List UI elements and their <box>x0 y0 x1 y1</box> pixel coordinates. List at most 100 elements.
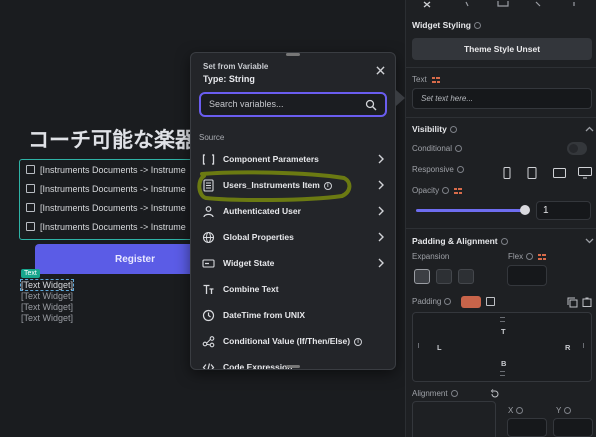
annotation-highlight-ring <box>197 170 352 202</box>
padding-uniform-toggle[interactable] <box>461 296 481 308</box>
padding-label-text: Padding <box>412 297 442 306</box>
popup-subtitle: Set from Variable <box>203 62 269 71</box>
alignment-x-input[interactable] <box>507 418 547 437</box>
resize-handle-bottom[interactable] <box>286 365 300 368</box>
paste-icon[interactable] <box>582 297 592 307</box>
source-item-widget-state[interactable]: Widget State <box>191 251 395 275</box>
checklist-widget[interactable]: [Instruments Documents -> Instrume [Inst… <box>19 159 219 240</box>
selected-widget-tag: Text <box>21 269 40 278</box>
source-item-label: Code Expression <box>223 362 293 370</box>
padding-right-handle[interactable] <box>583 343 584 348</box>
alignment-label-text: Alignment <box>412 389 448 398</box>
chevron-up-icon[interactable] <box>585 126 594 132</box>
info-icon[interactable] <box>473 22 481 30</box>
checklist-item[interactable]: [Instruments Documents -> Instrume <box>20 198 218 217</box>
opacity-slider-thumb[interactable] <box>520 205 530 215</box>
bracket-icon <box>202 153 215 165</box>
padding-alignment-label: Padding & Alignment <box>412 236 498 246</box>
responsive-label: Responsive <box>412 165 464 174</box>
widget-styling-heading: Widget Styling <box>412 20 481 30</box>
checkbox[interactable] <box>26 165 35 174</box>
padding-editor[interactable]: T L R B <box>412 312 592 382</box>
alignment-y-input[interactable] <box>553 418 593 437</box>
source-item-authenticated-user[interactable]: Authenticated User <box>191 199 395 223</box>
page-title[interactable]: コーチ可能な楽器選 <box>28 124 217 154</box>
checklist-item[interactable]: [Instruments Documents -> Instrume <box>20 217 218 236</box>
info-icon[interactable]: i <box>354 337 363 346</box>
text-widget[interactable]: [Text Widget] <box>21 302 73 312</box>
variable-binding-icon[interactable] <box>538 253 547 260</box>
desktop-icon[interactable] <box>578 167 592 179</box>
search-input[interactable] <box>209 99 359 109</box>
source-item-conditional-value[interactable]: Conditional Value (If/Then/Else) i <box>191 329 395 353</box>
theme-style-button[interactable]: Theme Style Unset <box>412 38 592 60</box>
source-item-combine-text[interactable]: Combine Text <box>191 277 395 301</box>
clock-icon <box>202 309 215 321</box>
variable-binding-icon[interactable] <box>454 187 463 194</box>
search-icon[interactable] <box>365 99 377 111</box>
text-widget[interactable]: [Text Widget] <box>21 291 73 301</box>
alignment-grid[interactable] <box>412 401 496 437</box>
padding-top-handle[interactable] <box>500 317 505 318</box>
padding-top-handle[interactable] <box>500 321 505 322</box>
expansion-label: Expansion <box>412 252 450 261</box>
close-icon[interactable] <box>376 66 385 75</box>
info-icon[interactable] <box>500 238 508 246</box>
conditional-toggle[interactable] <box>567 142 587 155</box>
padding-top-value[interactable]: T <box>501 327 506 336</box>
popup-type-label: Type: String <box>203 74 255 84</box>
info-icon[interactable] <box>449 126 457 134</box>
checklist-item[interactable]: [Instruments Documents -> Instrume <box>20 179 218 198</box>
source-item-datetime-from-unix[interactable]: DateTime from UNIX <box>191 303 395 327</box>
info-icon[interactable] <box>442 187 450 195</box>
checkbox[interactable] <box>26 184 35 193</box>
chevron-down-icon[interactable] <box>585 238 594 244</box>
info-icon[interactable] <box>444 298 452 306</box>
info-icon[interactable] <box>450 390 458 398</box>
variable-binding-icon[interactable] <box>431 76 440 83</box>
padding-bottom-handle[interactable] <box>500 375 505 376</box>
info-icon[interactable] <box>564 407 572 415</box>
source-item-label-text: Conditional Value (If/Then/Else) <box>223 336 351 346</box>
text-widget[interactable]: [Text Widget] <box>21 313 73 323</box>
info-icon[interactable] <box>516 407 524 415</box>
padding-right-value[interactable]: R <box>565 343 570 352</box>
info-icon[interactable] <box>455 145 463 153</box>
padding-left-handle[interactable] <box>418 343 419 348</box>
source-item-global-properties[interactable]: Global Properties <box>191 225 395 249</box>
expansion-option-fit[interactable] <box>414 269 430 284</box>
checklist-item-label: [Instruments Documents -> Instrume <box>40 221 186 232</box>
opacity-slider-track[interactable] <box>416 209 526 212</box>
expansion-option-expanded[interactable] <box>458 269 474 284</box>
info-icon[interactable] <box>526 253 534 261</box>
phone-icon[interactable] <box>502 167 512 179</box>
x-label: X <box>508 406 524 415</box>
checkbox[interactable] <box>26 203 35 212</box>
tablet-landscape-icon[interactable] <box>553 167 566 179</box>
copy-icon[interactable] <box>567 297 578 308</box>
y-label-text: Y <box>556 406 562 415</box>
text-value-field[interactable]: Set text here... <box>412 88 592 109</box>
padding-bottom-value[interactable]: B <box>501 359 506 368</box>
panel-tab-icons[interactable] <box>406 0 596 10</box>
tablet-icon[interactable] <box>527 167 537 179</box>
properties-panel: Widget Styling Theme Style Unset Text Se… <box>405 0 596 437</box>
reset-icon[interactable] <box>490 389 500 399</box>
padding-individual-toggle[interactable] <box>486 297 495 306</box>
source-item-component-parameters[interactable]: Component Parameters <box>191 147 395 171</box>
info-icon[interactable] <box>456 166 464 174</box>
padding-left-value[interactable]: L <box>437 343 442 352</box>
chevron-right-icon <box>378 258 384 268</box>
search-box[interactable] <box>199 92 387 117</box>
flex-input[interactable] <box>507 265 547 286</box>
expansion-option-flexible[interactable] <box>436 269 452 284</box>
opacity-value-field[interactable]: 1 <box>536 201 591 220</box>
padding-bottom-handle[interactable] <box>500 371 505 372</box>
padding-alignment-heading: Padding & Alignment <box>412 236 508 246</box>
text-widget[interactable]: [Text Widget] <box>19 279 75 291</box>
checklist-item[interactable]: [Instruments Documents -> Instrume <box>20 160 218 179</box>
checkbox[interactable] <box>26 222 35 231</box>
flex-label-text: Flex <box>508 252 524 261</box>
resize-handle-top[interactable] <box>286 53 300 56</box>
checklist-item-label: [Instruments Documents -> Instrume <box>40 202 186 213</box>
